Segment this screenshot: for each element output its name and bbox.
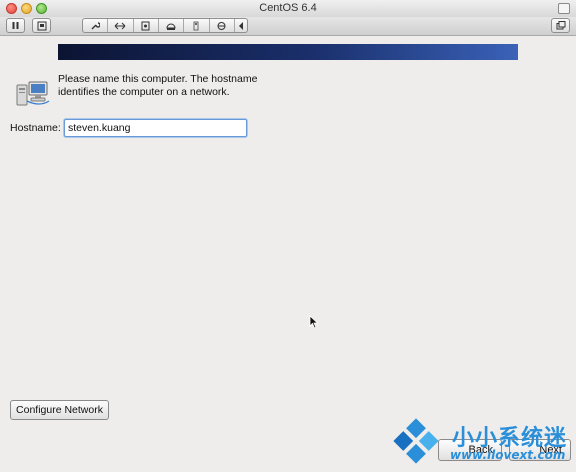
chevron-left-icon: [238, 21, 243, 30]
hostname-input[interactable]: [64, 119, 247, 137]
unity-view-button[interactable]: [551, 18, 570, 33]
installer-banner: [58, 44, 518, 60]
device-toolbar-group: [82, 18, 248, 33]
hostname-instructions: Please name this computer. The hostname …: [58, 73, 258, 98]
snapshot-icon: [37, 21, 46, 30]
watermark-url: www.ilovext.com: [450, 448, 566, 462]
snapshot-button[interactable]: [32, 18, 51, 33]
cd-dvd-button[interactable]: [159, 19, 185, 32]
toolbar-more-button[interactable]: [235, 19, 247, 32]
network-arrows-icon: [115, 22, 126, 29]
settings-button[interactable]: [83, 19, 109, 32]
pause-button[interactable]: [6, 18, 25, 33]
window-icon: [556, 21, 565, 30]
vm-toolbar: [0, 17, 576, 36]
configure-network-button[interactable]: Configure Network: [10, 400, 109, 420]
usb-icon: [193, 21, 199, 30]
cdrom-icon: [166, 23, 176, 30]
sharing-button[interactable]: [210, 19, 235, 32]
window-titlebar: CentOS 6.4: [0, 0, 576, 18]
disk-icon: [141, 21, 150, 30]
window-title: CentOS 6.4: [259, 2, 317, 14]
pause-icon: [12, 22, 19, 29]
watermark: 小小系统迷 www.ilovext.com: [384, 414, 574, 470]
fullscreen-button[interactable]: [558, 3, 570, 14]
watermark-logo-icon: [393, 418, 439, 464]
hostname-label: Hostname:: [10, 122, 61, 134]
hard-disk-button[interactable]: [134, 19, 159, 32]
mouse-cursor-icon: [309, 315, 319, 329]
share-icon: [217, 21, 226, 30]
network-button[interactable]: [108, 19, 134, 32]
wrench-icon: [91, 21, 101, 29]
network-computers-icon: [16, 81, 50, 106]
usb-button[interactable]: [184, 19, 210, 32]
